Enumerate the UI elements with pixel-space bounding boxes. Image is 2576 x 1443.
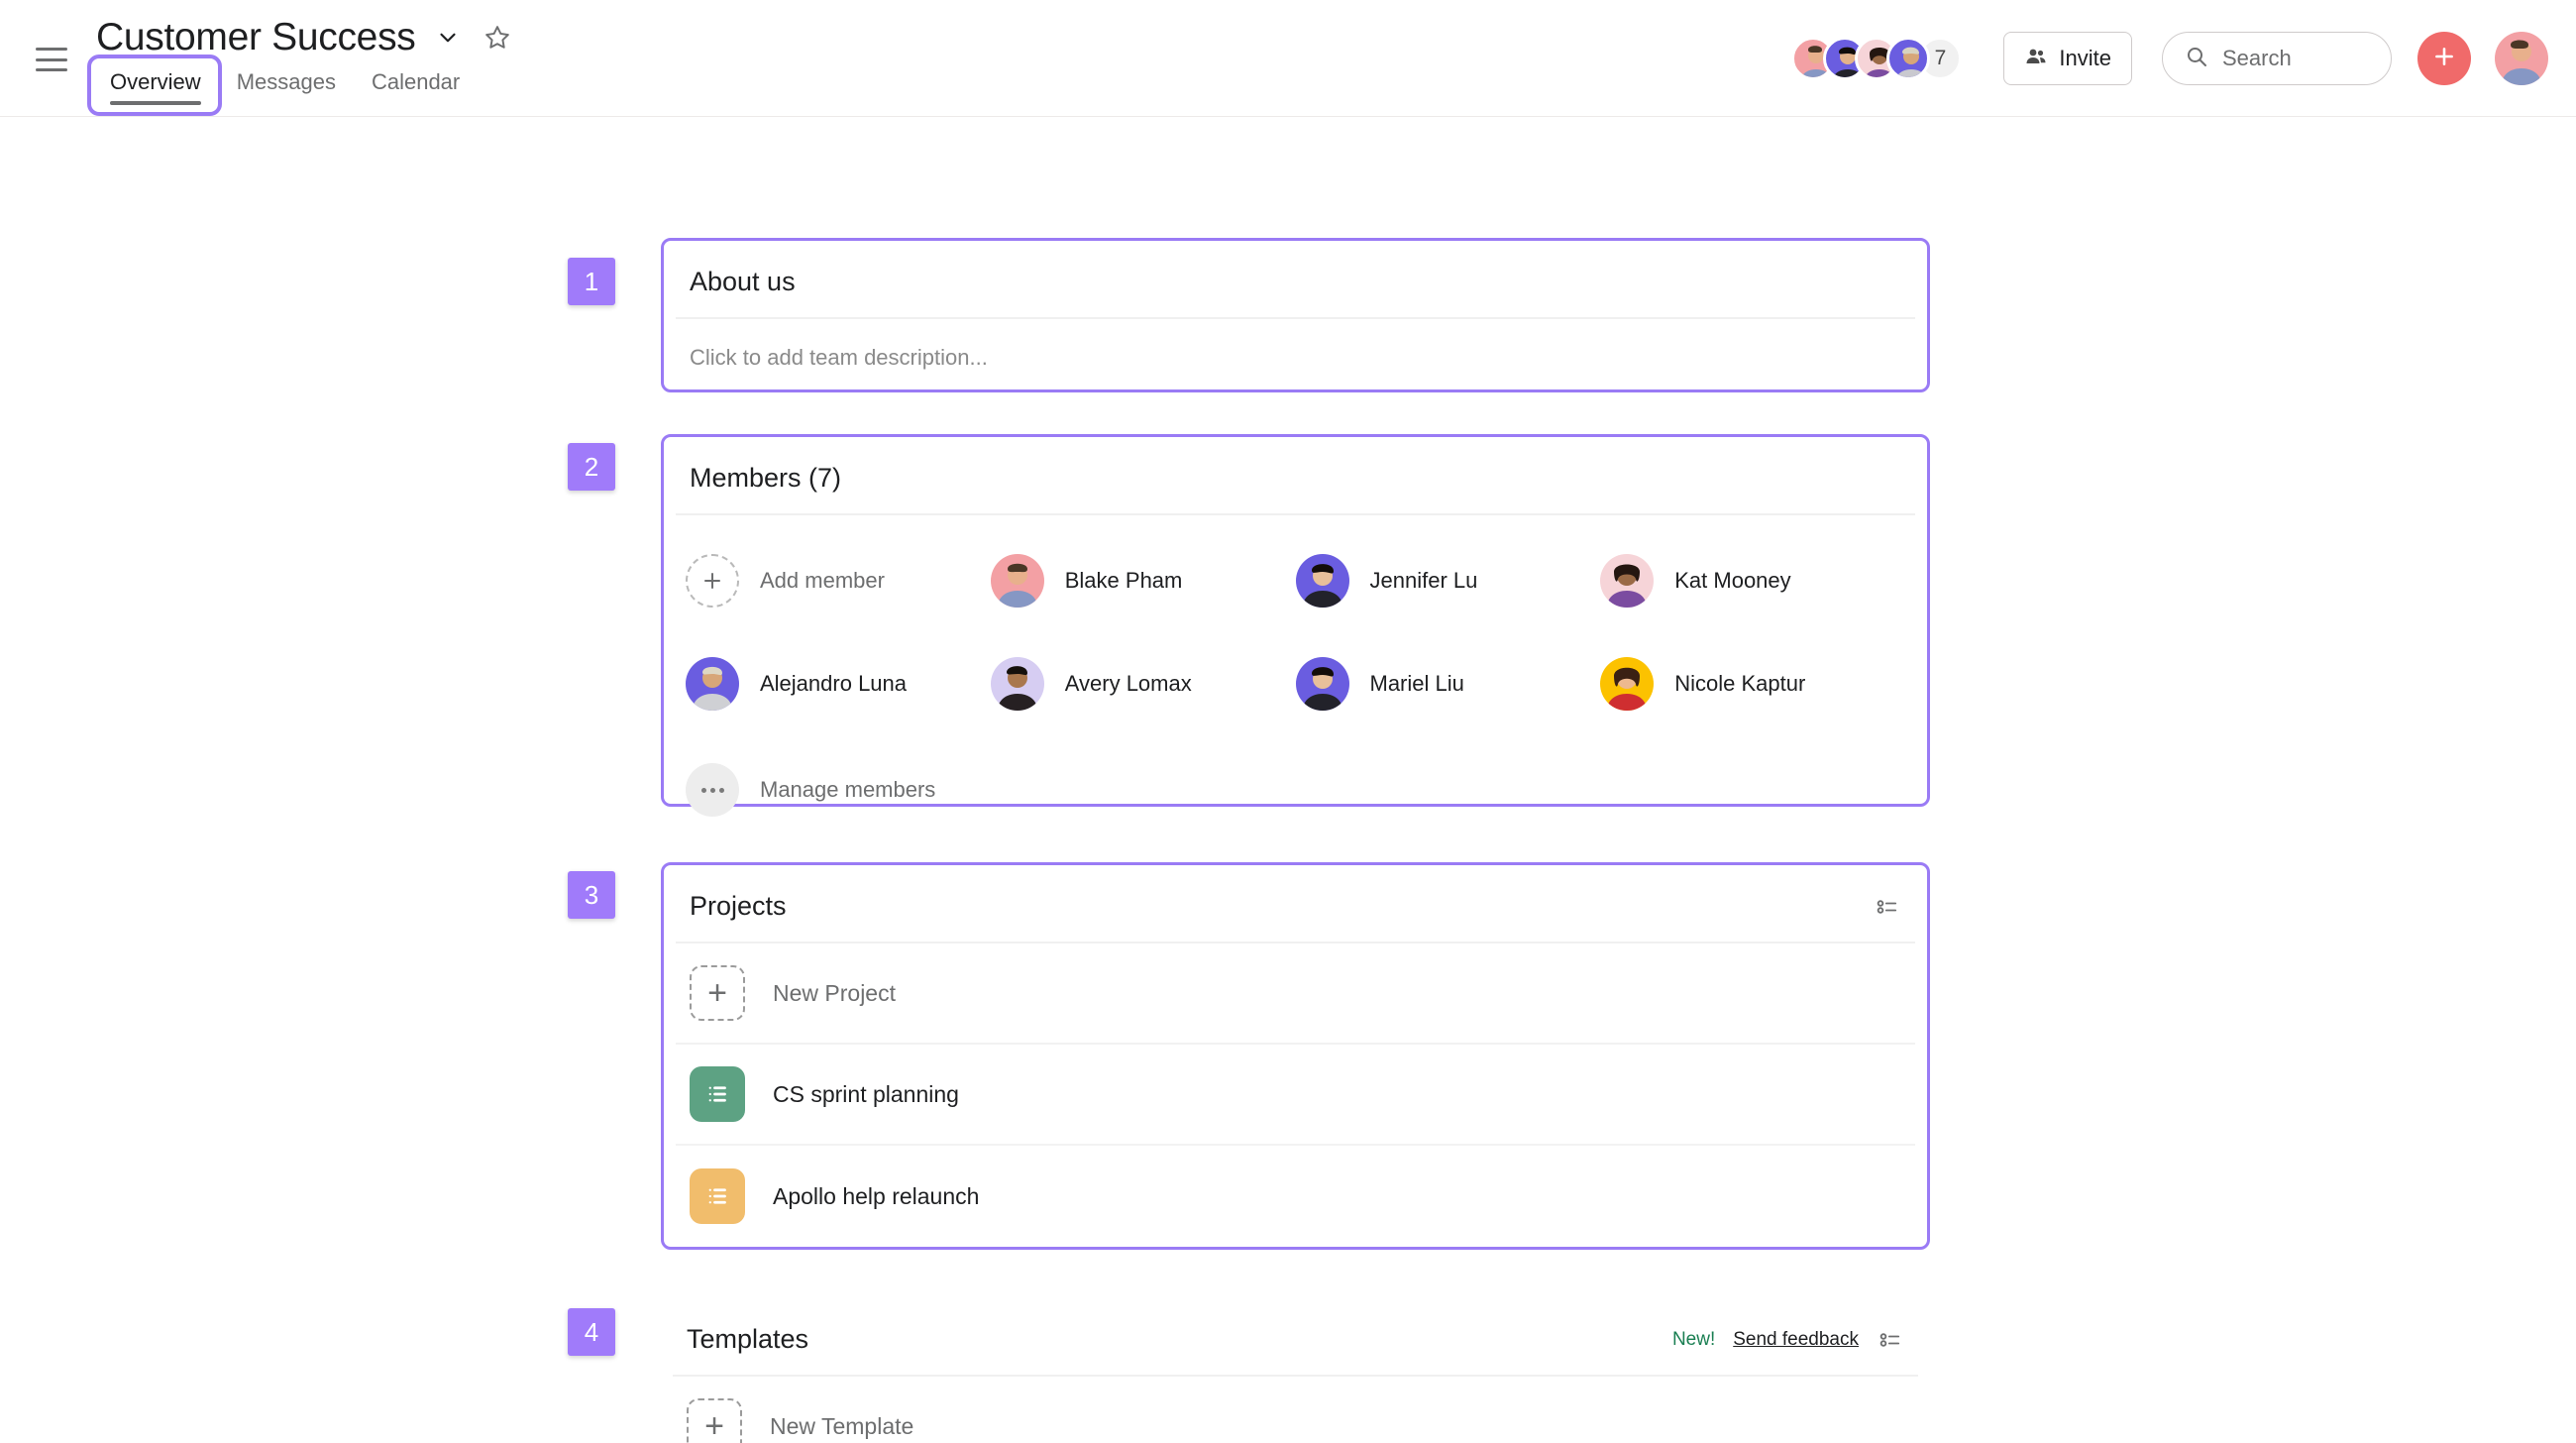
tab-overview[interactable]: Overview bbox=[96, 61, 215, 111]
about-us-title: About us bbox=[690, 267, 796, 296]
about-us-header: About us bbox=[676, 241, 1915, 319]
member-name: Alejandro Luna bbox=[760, 671, 908, 696]
star-outline-icon[interactable] bbox=[481, 21, 514, 55]
hamburger-menu-icon[interactable] bbox=[36, 48, 67, 71]
top-bar-actions: 7 Invite Search bbox=[1791, 0, 2548, 117]
new-project-label: New Project bbox=[773, 979, 896, 1006]
page-title: Customer Success bbox=[96, 16, 416, 58]
plus-icon: + bbox=[690, 965, 745, 1021]
member-item[interactable]: Jennifer Lu bbox=[1295, 529, 1601, 632]
project-row[interactable]: CS sprint planning bbox=[676, 1045, 1915, 1146]
avatar bbox=[1295, 554, 1349, 608]
projects-title: Projects bbox=[690, 891, 787, 921]
manage-members-button[interactable]: Manage members bbox=[664, 763, 1927, 840]
step-badge-1: 1 bbox=[568, 258, 615, 305]
people-icon bbox=[2024, 45, 2048, 73]
avatar bbox=[990, 657, 1044, 711]
project-name: Apollo help relaunch bbox=[773, 1182, 980, 1209]
add-member-label: Add member bbox=[760, 568, 885, 593]
avatar bbox=[686, 657, 739, 711]
member-name: Avery Lomax bbox=[1064, 671, 1192, 696]
list-icon bbox=[690, 1168, 745, 1224]
invite-button-label: Invite bbox=[2059, 46, 2111, 70]
list-icon bbox=[690, 1066, 745, 1122]
step-badge-2: 2 bbox=[568, 443, 615, 491]
new-badge: New! bbox=[1671, 1328, 1716, 1350]
members-header: Members (7) bbox=[676, 437, 1915, 515]
member-item[interactable]: Blake Pham bbox=[990, 529, 1296, 632]
tab-calendar[interactable]: Calendar bbox=[358, 61, 474, 111]
tab-bar: Overview Messages Calendar bbox=[96, 61, 474, 111]
profile-avatar[interactable] bbox=[2495, 32, 2548, 85]
members-grid: Add member Blake Pham Jennifer Lu Kat Mo… bbox=[664, 515, 1927, 763]
overview-content: 1 About us Click to add team description… bbox=[0, 117, 2576, 1443]
send-feedback-link[interactable]: Send feedback bbox=[1733, 1329, 1859, 1351]
chevron-down-icon[interactable] bbox=[431, 21, 465, 55]
member-item[interactable]: Mariel Liu bbox=[1295, 632, 1601, 735]
add-member-button[interactable]: Add member bbox=[686, 529, 991, 632]
avatar bbox=[1600, 657, 1655, 711]
member-name: Nicole Kaptur bbox=[1674, 671, 1806, 696]
member-avatar-stack[interactable]: 7 bbox=[1791, 37, 1963, 80]
invite-button[interactable]: Invite bbox=[2003, 32, 2132, 85]
plus-icon bbox=[686, 554, 739, 608]
manage-members-label: Manage members bbox=[760, 777, 936, 802]
plus-icon: + bbox=[687, 1398, 742, 1443]
project-row[interactable]: Apollo help relaunch bbox=[676, 1146, 1915, 1247]
list-view-icon[interactable] bbox=[1874, 893, 1901, 921]
avatar bbox=[1295, 657, 1349, 711]
search-placeholder: Search bbox=[2222, 46, 2292, 70]
templates-header: Templates New! Send feedback bbox=[673, 1298, 1918, 1377]
step-badge-3: 3 bbox=[568, 871, 615, 919]
members-card: Members (7) Add member Blake Pham Jennif bbox=[661, 434, 1930, 817]
about-us-card: About us Click to add team description..… bbox=[661, 238, 1930, 392]
projects-card: Projects + New Project CS sprint plannin… bbox=[661, 862, 1930, 1250]
templates-header-actions: New! Send feedback bbox=[1672, 1326, 1904, 1354]
member-item[interactable]: Alejandro Luna bbox=[686, 632, 991, 735]
list-view-icon[interactable] bbox=[1877, 1326, 1904, 1354]
new-template-button[interactable]: + New Template bbox=[673, 1377, 1918, 1443]
new-project-button[interactable]: + New Project bbox=[676, 944, 1915, 1045]
member-name: Mariel Liu bbox=[1369, 671, 1464, 696]
search-input[interactable]: Search bbox=[2162, 32, 2392, 85]
create-button[interactable] bbox=[2417, 32, 2471, 85]
templates-title: Templates bbox=[687, 1324, 809, 1354]
member-name: Kat Mooney bbox=[1674, 568, 1791, 593]
tab-messages[interactable]: Messages bbox=[223, 61, 350, 111]
top-bar: Customer Success Overview Messages Calen… bbox=[0, 0, 2576, 117]
title-row: Customer Success bbox=[96, 14, 514, 61]
projects-header-actions bbox=[1874, 893, 1901, 921]
avatar bbox=[990, 554, 1044, 608]
step-badge-4: 4 bbox=[568, 1308, 615, 1356]
ellipsis-icon bbox=[686, 763, 739, 817]
member-name: Blake Pham bbox=[1064, 568, 1183, 593]
about-us-description-input[interactable]: Click to add team description... bbox=[664, 319, 1927, 426]
avatar bbox=[1600, 554, 1655, 608]
member-item[interactable]: Avery Lomax bbox=[990, 632, 1296, 735]
projects-header: Projects bbox=[676, 865, 1915, 944]
member-name: Jennifer Lu bbox=[1369, 568, 1478, 593]
member-item[interactable]: Nicole Kaptur bbox=[1600, 632, 1905, 735]
plus-icon bbox=[2431, 44, 2457, 74]
members-title: Members (7) bbox=[690, 463, 842, 493]
member-item[interactable]: Kat Mooney bbox=[1600, 529, 1905, 632]
project-name: CS sprint planning bbox=[773, 1080, 959, 1107]
new-template-label: New Template bbox=[770, 1412, 914, 1439]
search-icon bbox=[2185, 45, 2208, 73]
